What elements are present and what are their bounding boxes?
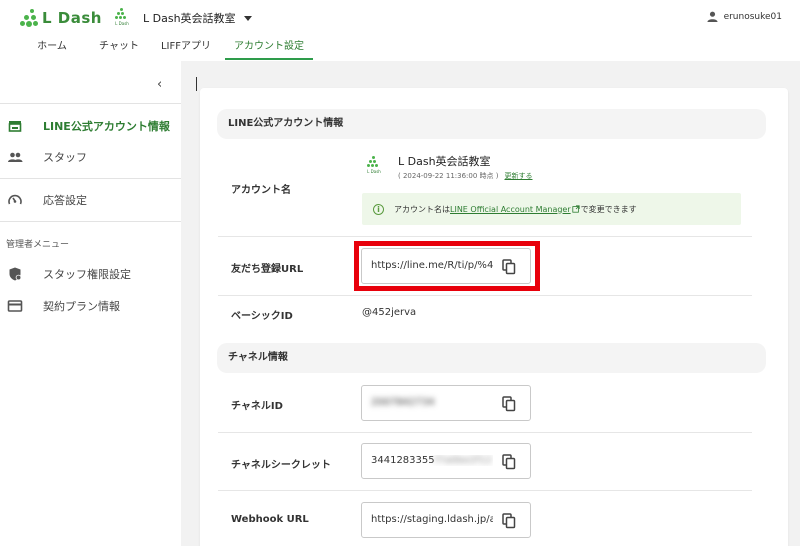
people-icon [8, 152, 23, 162]
user-menu[interactable]: erunosuke01 [707, 11, 782, 22]
account-logo-text: L Dash [115, 21, 129, 26]
logo-dots-icon [20, 9, 38, 27]
tab-chat[interactable]: チャット [91, 36, 147, 60]
tab-home[interactable]: ホーム [28, 36, 76, 60]
user-icon [707, 11, 718, 22]
webhook-url-label: Webhook URL [231, 514, 309, 525]
sidebar-item-staff[interactable]: スタッフ [0, 146, 181, 168]
account-logo-icon: L Dash [113, 8, 131, 28]
top-bar: L Dash L Dash L Dash英会話教室 erunosuke01 [0, 0, 800, 36]
card-icon [7, 300, 23, 312]
external-link-icon [572, 205, 580, 213]
section-header-line-account-info: LINE公式アカウント情報 [217, 109, 766, 139]
basic-id-label: ベーシックID [231, 311, 293, 322]
account-switcher[interactable]: L Dash L Dash英会話教室 [113, 8, 252, 28]
admin-menu-label: 管理者メニュー [6, 240, 70, 250]
text-cursor [196, 77, 197, 91]
channel-secret-field[interactable]: 3441283355f7a0be2f12 [361, 443, 531, 479]
tab-account-settings[interactable]: アカウント設定 [225, 36, 313, 60]
row-divider [218, 432, 752, 433]
sidebar-item-label: 契約プラン情報 [43, 300, 120, 313]
sidebar-item-label: LINE公式アカウント情報 [43, 120, 170, 133]
sidebar-item-response-settings[interactable]: 応答設定 [0, 189, 181, 211]
row-divider [218, 236, 752, 237]
sidebar-collapse-icon[interactable]: ‹ [157, 77, 162, 92]
channel-id-value: 2007842734 [371, 397, 435, 408]
sidebar-divider [0, 103, 181, 104]
copy-icon[interactable] [502, 454, 516, 470]
timestamp-text: ( 2024-09-22 11:36:00 時点 ) [398, 172, 499, 180]
channel-id-label: チャネルID [231, 401, 283, 412]
channel-id-field[interactable]: 2007842734 [361, 385, 531, 421]
account-logo-text: L Dash [367, 169, 381, 174]
webhook-url-field[interactable]: https://staging.ldash.jp/a [361, 502, 531, 538]
sidebar-divider [0, 221, 181, 222]
channel-secret-value: 3441283355f7a0be2f12 [371, 455, 493, 466]
sidebar-item-staff-permissions[interactable]: スタッフ権限設定 [0, 263, 181, 285]
account-name-label: アカウント名 [231, 185, 291, 196]
refresh-link[interactable]: 更新する [504, 172, 532, 180]
line-oam-link[interactable]: LINE Official Account Manager [450, 205, 571, 214]
row-divider [218, 490, 752, 491]
sidebar-divider [0, 178, 181, 179]
shield-icon [9, 267, 22, 281]
gauge-icon [8, 194, 22, 205]
sidebar-item-line-account-info[interactable]: LINE公式アカウント情報 [0, 115, 181, 137]
info-icon: i [373, 203, 384, 215]
app-logo[interactable]: L Dash [20, 9, 102, 27]
account-name-notice: i アカウント名は LINE Official Account Manager で変… [362, 193, 741, 225]
store-icon [8, 121, 22, 132]
main-tabs: ホーム チャット LIFFアプリ アカウント設定 [0, 36, 800, 60]
section-header-channel-info: チャネル情報 [217, 343, 766, 373]
account-name-timestamp: ( 2024-09-22 11:36:00 時点 ) 更新する [398, 171, 532, 181]
friend-url-label: 友だち登録URL [231, 264, 304, 275]
sidebar-item-label: スタッフ [43, 151, 87, 164]
account-name-value: L Dash英会話教室 [398, 155, 491, 168]
channel-secret-label: チャネルシークレット [231, 460, 331, 471]
user-name: erunosuke01 [723, 11, 782, 22]
copy-icon[interactable] [502, 396, 516, 412]
sidebar-item-label: スタッフ権限設定 [43, 268, 131, 281]
sidebar-item-label: 応答設定 [43, 194, 87, 207]
notice-prefix: アカウント名は [394, 204, 450, 214]
sidebar-item-contract-plan[interactable]: 契約プラン情報 [0, 295, 181, 317]
logo-text: L Dash [42, 9, 102, 27]
highlight-box [354, 241, 540, 291]
channel-secret-masked: f7a0be2f12 [434, 455, 493, 466]
sidebar: ‹ LINE公式アカウント情報 スタッフ 応答設定 管理者メニュー スタッフ権限… [0, 61, 181, 546]
account-switcher-name: L Dash英会話教室 [143, 12, 236, 25]
copy-icon[interactable] [502, 513, 516, 529]
webhook-url-value: https://staging.ldash.jp/a [371, 514, 493, 525]
account-logo-icon: L Dash [365, 156, 383, 176]
basic-id-value: @452jerva [362, 307, 417, 318]
chevron-down-icon [243, 15, 252, 21]
row-divider [218, 295, 752, 296]
tab-liff-app[interactable]: LIFFアプリ [153, 36, 219, 60]
notice-suffix: で変更できます [580, 204, 637, 214]
channel-secret-visible: 3441283355 [371, 455, 435, 466]
